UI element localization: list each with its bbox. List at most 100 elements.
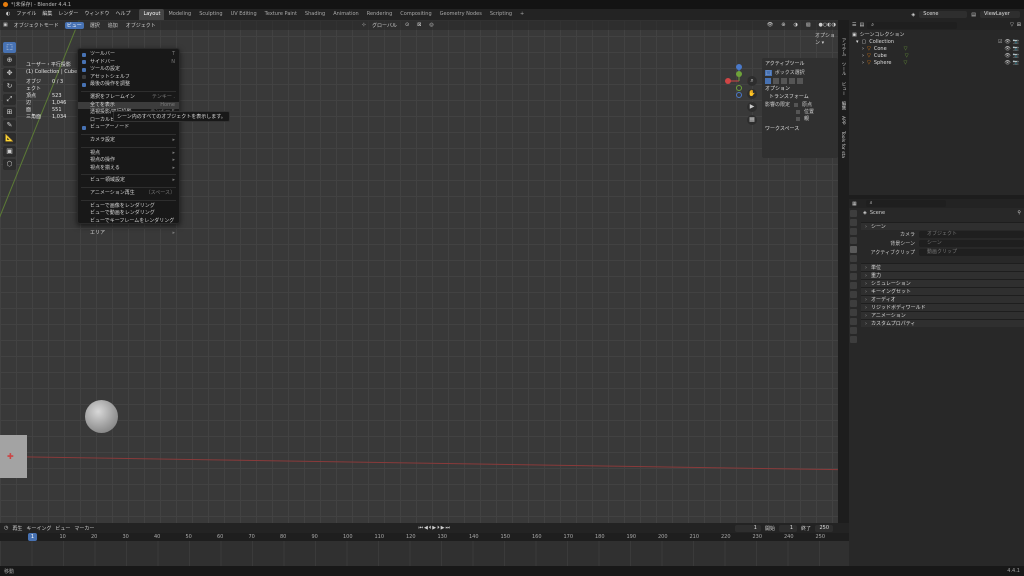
menu-add[interactable]: 追加: [106, 22, 120, 29]
view-menu-item[interactable]: ビューアーノード: [78, 124, 179, 132]
view-menu-item[interactable]: アニメーション再生 〔スペース〕: [78, 190, 179, 198]
active-clip-field[interactable]: 動画クリップ: [919, 249, 1024, 256]
menu-checkbox[interactable]: [82, 60, 86, 65]
outliner-search-input[interactable]: ⌕: [867, 21, 958, 29]
section-simulation[interactable]: シミュレーション: [861, 279, 1024, 288]
camera-view-icon[interactable]: ▶: [747, 102, 757, 112]
outliner-row[interactable]: › ▽ Sphere ▽ 👁📷: [852, 60, 1021, 67]
tab-geometry-nodes[interactable]: Geometry Nodes: [436, 9, 486, 20]
view-menu-item[interactable]: カメラ設定 ▸: [78, 137, 179, 145]
zoom-icon[interactable]: ⌕: [747, 76, 757, 86]
material-tab-icon[interactable]: [850, 327, 857, 334]
tab-rendering[interactable]: Rendering: [363, 9, 397, 20]
tab-texture-paint[interactable]: Texture Paint: [261, 9, 301, 20]
expand-icon[interactable]: ›: [862, 60, 864, 67]
menu-render[interactable]: レンダー: [55, 9, 81, 20]
annotate-tool-icon[interactable]: ✎: [3, 120, 16, 131]
menu-checkbox[interactable]: [82, 83, 86, 88]
visibility-toggles-icon[interactable]: ☑👁📷: [998, 39, 1021, 46]
section-gravity[interactable]: 重力: [861, 271, 1024, 280]
expand-icon[interactable]: ›: [862, 53, 864, 60]
tab-edit[interactable]: 編集: [840, 101, 846, 110]
texture-tab-icon[interactable]: [850, 336, 857, 343]
mode-dropdown[interactable]: オブジェクトモード: [12, 22, 61, 29]
visibility-toggles-icon[interactable]: 👁📷: [1004, 46, 1021, 53]
tab-scripting[interactable]: Scripting: [486, 9, 516, 20]
scene-tab-icon[interactable]: [850, 246, 857, 253]
view-menu-item[interactable]: ビューで動画をレンダリング: [78, 210, 179, 218]
data-tab-icon[interactable]: [850, 318, 857, 325]
viewport-options-button[interactable]: オプション ▾: [815, 32, 838, 46]
tab-compositing[interactable]: Compositing: [396, 9, 435, 20]
section-custom-properties[interactable]: カスタムプロパティ: [861, 319, 1024, 328]
menu-file[interactable]: ファイル: [13, 9, 39, 20]
visibility-toggles-icon[interactable]: 👁📷: [1004, 53, 1021, 60]
mode-invert-icon[interactable]: [789, 78, 795, 84]
object-tab-icon[interactable]: [850, 273, 857, 280]
expand-icon[interactable]: ›: [862, 46, 864, 53]
physics-tab-icon[interactable]: [850, 300, 857, 307]
workspace-header[interactable]: ワークスペース: [765, 125, 835, 133]
tab-tool[interactable]: ツール: [840, 62, 846, 76]
properties-search-input[interactable]: ⌕: [865, 200, 946, 207]
new-collection-icon[interactable]: ⊞: [1017, 22, 1021, 28]
section-rigid-body-world[interactable]: リジッドボディワールド: [861, 303, 1024, 312]
menu-checkbox[interactable]: [82, 75, 86, 80]
outliner-row[interactable]: › ▽ Cube ▽ 👁📷: [852, 53, 1021, 60]
display-mode-icon[interactable]: ▤: [859, 22, 864, 28]
menu-playback[interactable]: 再生: [12, 525, 22, 532]
collection-tab-icon[interactable]: [850, 264, 857, 271]
output-tab-icon[interactable]: [850, 228, 857, 235]
pan-hand-icon[interactable]: ✋: [747, 89, 757, 99]
measure-tool-icon[interactable]: 📐: [3, 133, 16, 144]
shading-modes-icon[interactable]: ●○◐◑: [817, 22, 838, 28]
add-object-tool-icon[interactable]: ⬡: [3, 159, 16, 170]
menu-help[interactable]: ヘルプ: [112, 9, 133, 20]
select-mode-buttons[interactable]: [765, 77, 835, 85]
world-tab-icon[interactable]: [850, 255, 857, 262]
mode-set-icon[interactable]: [765, 78, 771, 84]
transform-tool-icon[interactable]: ⊞: [3, 107, 16, 118]
transform-orientation-dropdown[interactable]: グローバル: [370, 22, 399, 29]
origins-checkbox[interactable]: [794, 102, 799, 107]
tab-animation[interactable]: Animation: [329, 9, 363, 20]
start-frame-field[interactable]: 1: [779, 524, 797, 532]
proportional-edit-icon[interactable]: ◎: [427, 22, 435, 28]
select-box-tool-icon[interactable]: ⬚: [3, 42, 16, 53]
timeline-type-icon[interactable]: ◷: [4, 525, 8, 531]
section-animation[interactable]: アニメーション: [861, 311, 1024, 320]
xray-toggle-icon[interactable]: ▧: [804, 22, 813, 28]
perspective-toggle-icon[interactable]: ▦: [747, 115, 757, 125]
snap-icon[interactable]: ⊠: [415, 22, 423, 28]
locations-checkbox[interactable]: [796, 109, 800, 114]
visibility-icon[interactable]: 👁: [765, 22, 775, 28]
expand-icon[interactable]: ▾: [856, 39, 859, 46]
view-menu-item[interactable]: ビューで画像をレンダリング: [78, 203, 179, 211]
menu-checkbox[interactable]: [82, 126, 86, 131]
frame-ruler[interactable]: 1 10 20 30 40 50 60 70 80 90 100 110 120 130 140 150 160…: [0, 533, 849, 541]
menu-object[interactable]: オブジェクト: [124, 22, 158, 29]
menu-window[interactable]: ウィンドウ: [81, 9, 112, 20]
camera-field[interactable]: オブジェクト: [919, 231, 1024, 238]
end-frame-field[interactable]: 250: [815, 524, 834, 532]
view-menu-item[interactable]: 選択をフレームイン テンキー .: [78, 94, 179, 102]
editor-type-icon[interactable]: ▣: [3, 22, 8, 28]
background-scene-field[interactable]: シーン: [919, 240, 1024, 247]
section-units[interactable]: 単位: [861, 263, 1024, 272]
view-layer-tab-icon[interactable]: [850, 237, 857, 244]
properties-type-icon[interactable]: ▦: [852, 201, 857, 207]
visibility-toggles-icon[interactable]: 👁📷: [1004, 60, 1021, 67]
tab-uv-editing[interactable]: UV Editing: [227, 9, 261, 20]
view-menu-item[interactable]: ビューでキーフレームをレンダリング: [78, 218, 179, 226]
scale-tool-icon[interactable]: ⤢: [3, 94, 16, 105]
gizmo-toggle-icon[interactable]: ⊕: [779, 22, 787, 28]
add-cube-tool-icon[interactable]: ▣: [3, 146, 16, 157]
mode-extend-icon[interactable]: [773, 78, 779, 84]
tab-layout[interactable]: Layout: [139, 9, 165, 20]
constraints-tab-icon[interactable]: [850, 309, 857, 316]
tab-app[interactable]: APP: [840, 116, 845, 125]
tab-tools-for-sta[interactable]: Tools for sta: [840, 131, 845, 158]
menu-marker[interactable]: マーカー: [74, 525, 94, 532]
mode-intersect-icon[interactable]: [797, 78, 803, 84]
playback-controls-icon[interactable]: ⏮◀⏴▶⏵▶⏭: [418, 525, 451, 531]
